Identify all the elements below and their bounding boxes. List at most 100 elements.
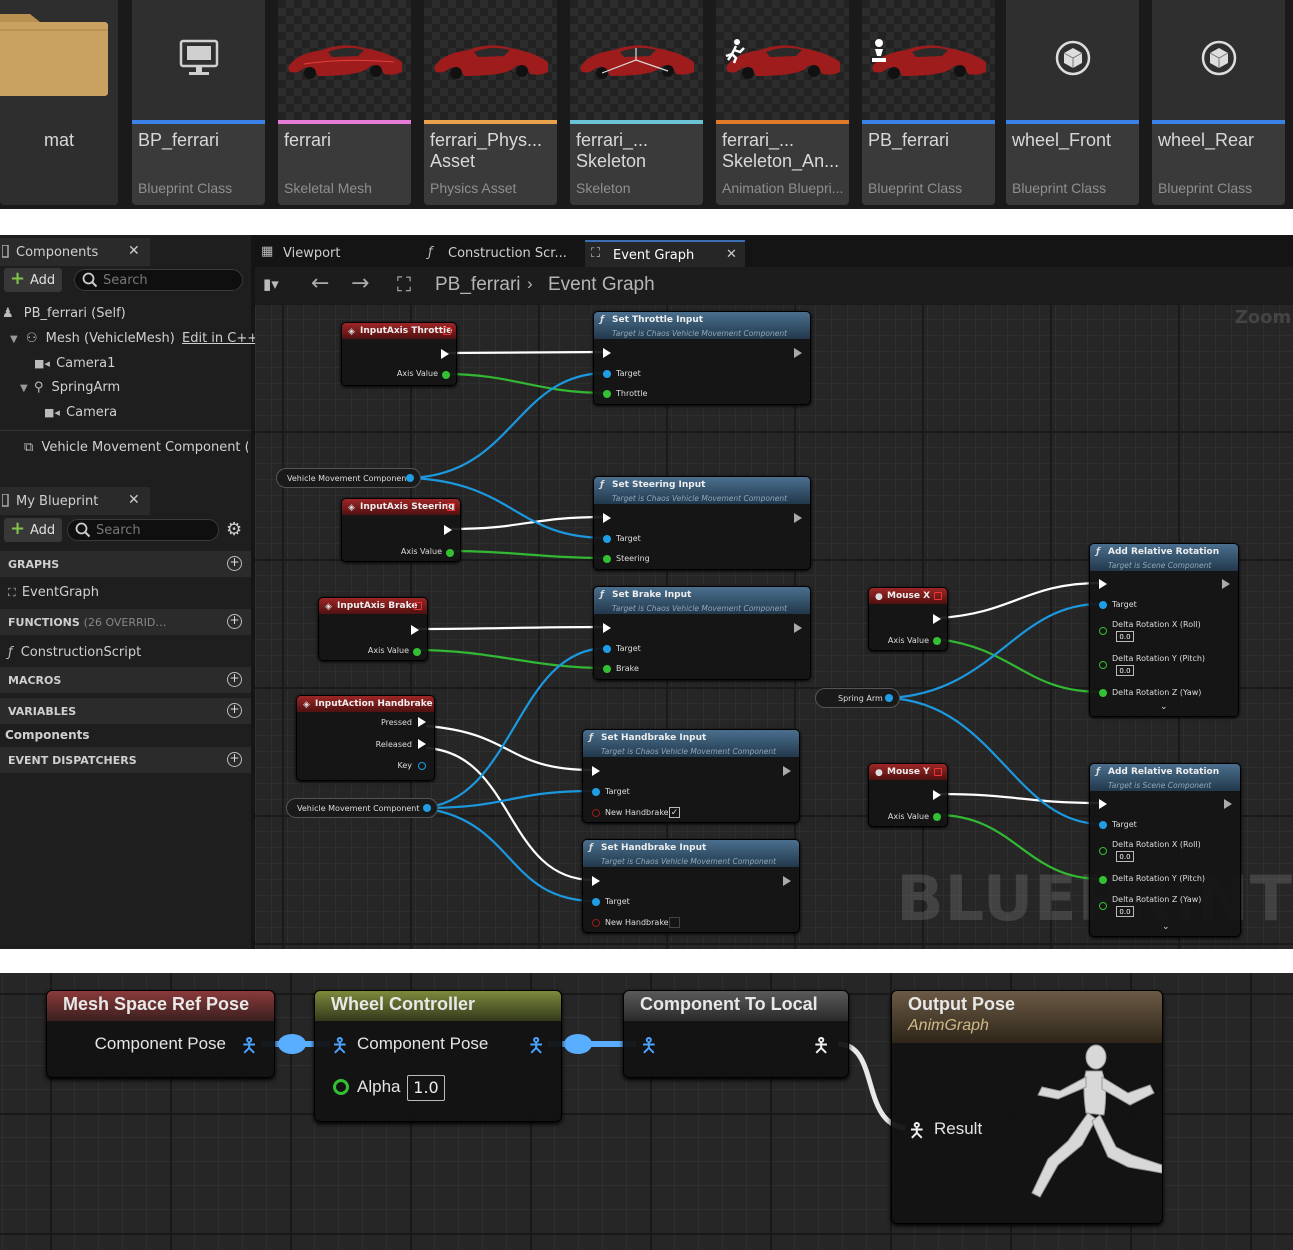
pitch-value-input[interactable]: 0.0 bbox=[1116, 665, 1134, 676]
asset-tile-wheel-rear[interactable]: wheel_Rear Blueprint Class bbox=[1152, 0, 1285, 205]
exec-pressed-pin[interactable] bbox=[418, 717, 426, 727]
components-search-input[interactable]: Search bbox=[74, 269, 243, 291]
roll-value-input[interactable]: 0.0 bbox=[1116, 851, 1134, 862]
exec-in-pin[interactable] bbox=[592, 876, 600, 886]
var-vehicle-movement-component-1[interactable]: Vehicle Movement Component bbox=[276, 468, 421, 488]
node-mouse-x[interactable]: ● Mouse X Axis Value bbox=[868, 587, 948, 651]
exec-out-pin[interactable] bbox=[1222, 579, 1230, 589]
exec-in-pin[interactable] bbox=[592, 766, 600, 776]
exec-out-pin[interactable] bbox=[444, 525, 452, 535]
section-macros[interactable]: MACROS + bbox=[0, 667, 251, 693]
node-mouse-y[interactable]: ● Mouse Y Axis Value bbox=[868, 763, 948, 827]
float-out-pin[interactable] bbox=[442, 371, 450, 379]
back-arrow-icon[interactable]: ← bbox=[311, 271, 329, 296]
alpha-value-input[interactable]: 1.0 bbox=[407, 1075, 445, 1101]
exec-out-pin[interactable] bbox=[783, 876, 791, 886]
roll-value-input[interactable]: 0.0 bbox=[1116, 631, 1134, 642]
tab-event-graph[interactable]: ⛶ Event Graph ✕ bbox=[585, 240, 745, 267]
alpha-pin[interactable] bbox=[333, 1079, 349, 1095]
node-inputaxis-throttle[interactable]: ◈ InputAxis Throttle Axis Value bbox=[341, 322, 457, 386]
my-blueprint-search-input[interactable]: Search bbox=[67, 519, 219, 541]
pose-pin-icon[interactable]: 🯅 bbox=[640, 1031, 658, 1065]
node-output-pose[interactable]: Output Pose AnimGraph 🯅 Result bbox=[891, 990, 1163, 1224]
exec-in-pin[interactable] bbox=[603, 348, 611, 358]
node-set-handbrake-input-2[interactable]: ƒ Set Handbrake Input Target is Chaos Vehi… bbox=[582, 839, 800, 933]
exec-in-pin[interactable] bbox=[603, 623, 611, 633]
pose-pin-icon[interactable]: 🯅 bbox=[527, 1031, 545, 1065]
anim-graph-canvas[interactable]: Mesh Space Ref Pose Component Pose 🯅 Whe… bbox=[0, 973, 1293, 1250]
components-tab[interactable]: Components ✕ bbox=[0, 238, 150, 266]
yaw-value-input[interactable]: 0.0 bbox=[1116, 906, 1134, 917]
asset-tile-pb-ferrari[interactable]: PB_ferrari Blueprint Class bbox=[862, 0, 995, 205]
asset-tile-ferrari-anim[interactable]: ferrari_... Skeleton_An... Animation Blu… bbox=[716, 0, 849, 205]
node-set-throttle-input[interactable]: ƒ Set Throttle Input Target is Chaos Vehic… bbox=[593, 311, 811, 405]
node-inputaction-handbrake[interactable]: ◈ InputAction Handbrake Pressed Released … bbox=[296, 695, 435, 781]
tree-item-vehicle-movement[interactable]: ⧉ Vehicle Movement Component (Ve bbox=[24, 440, 248, 455]
tab-viewport[interactable]: ▦ Viewport bbox=[255, 240, 415, 267]
exec-out-pin[interactable] bbox=[933, 790, 941, 800]
close-icon[interactable]: ✕ bbox=[128, 492, 140, 508]
node-component-to-local[interactable]: Component To Local 🯅 🯅 bbox=[623, 990, 849, 1078]
function-item-constructionscript[interactable]: ƒ ConstructionScript bbox=[8, 645, 141, 660]
node-inputaxis-steering[interactable]: ◈ InputAxis Steering Axis Value bbox=[341, 498, 461, 562]
exec-out-pin[interactable] bbox=[794, 348, 802, 358]
var-spring-arm[interactable]: Spring Arm bbox=[815, 688, 900, 708]
asset-tile-ferrari-skeleton[interactable]: ferrari_... Skeleton Skeleton bbox=[570, 0, 703, 205]
add-variable-icon[interactable]: + bbox=[227, 703, 242, 718]
float-out-pin[interactable] bbox=[413, 648, 421, 656]
tree-item-camera1[interactable]: ■◂ Camera1 bbox=[34, 356, 115, 371]
close-icon[interactable]: ✕ bbox=[726, 247, 737, 262]
exec-out-pin[interactable] bbox=[783, 766, 791, 776]
node-set-brake-input[interactable]: ƒ Set Brake Input Target is Chaos Vehicle … bbox=[593, 586, 811, 680]
section-event-dispatchers[interactable]: EVENT DISPATCHERS + bbox=[0, 747, 251, 773]
exec-in-pin[interactable] bbox=[1099, 799, 1107, 809]
graph-item-eventgraph[interactable]: ⛶ EventGraph bbox=[8, 585, 99, 600]
exec-out-pin[interactable] bbox=[441, 349, 449, 359]
node-add-relative-rotation-2[interactable]: ƒ Add Relative Rotation Target is Scene Co… bbox=[1089, 763, 1241, 937]
tab-construction-script[interactable]: ƒ Construction Scr... bbox=[420, 240, 580, 267]
variables-category-components[interactable]: Components bbox=[5, 728, 90, 742]
add-dispatcher-icon[interactable]: + bbox=[227, 752, 242, 767]
event-graph-canvas[interactable]: Zoom - BLUEPRINT bbox=[255, 303, 1293, 949]
add-graph-icon[interactable]: + bbox=[227, 556, 242, 571]
forward-arrow-icon[interactable]: → bbox=[351, 271, 369, 296]
edit-in-cpp-link[interactable]: Edit in C++ bbox=[182, 331, 258, 346]
local-pose-pin-icon[interactable]: 🯅 bbox=[812, 1031, 830, 1065]
add-component-button[interactable]: + Add bbox=[4, 268, 62, 292]
folder-tile-mat[interactable]: mat bbox=[0, 0, 118, 205]
asset-tile-ferrari[interactable]: ferrari Skeletal Mesh bbox=[278, 0, 411, 205]
tree-item-springarm[interactable]: ▼ ⚲ SpringArm bbox=[20, 380, 120, 395]
node-set-steering-input[interactable]: ƒ Set Steering Input Target is Chaos Vehic… bbox=[593, 476, 811, 570]
asset-tile-wheel-front[interactable]: wheel_Front Blueprint Class bbox=[1006, 0, 1139, 205]
bookmark-icon[interactable]: ▮▾ bbox=[263, 275, 279, 293]
pose-pin-icon[interactable]: 🯅 bbox=[331, 1031, 349, 1065]
var-vehicle-movement-component-2[interactable]: Vehicle Movement Component bbox=[286, 798, 438, 818]
section-functions[interactable]: FUNCTIONS (26 OVERRID… + bbox=[0, 609, 251, 635]
exec-in-pin[interactable] bbox=[1099, 579, 1107, 589]
node-inputaxis-brake[interactable]: ◈ InputAxis Brake Axis Value bbox=[318, 597, 428, 661]
asset-tile-ferrari-phys[interactable]: ferrari_Phys... Asset Physics Asset bbox=[424, 0, 557, 205]
tree-item-self[interactable]: ♟ PB_ferrari (Self) bbox=[2, 306, 126, 321]
gear-icon[interactable]: ⚙ bbox=[226, 519, 242, 540]
exec-out-pin[interactable] bbox=[794, 623, 802, 633]
asset-tile-bp-ferrari[interactable]: BP_ferrari Blueprint Class bbox=[132, 0, 265, 205]
float-out-pin[interactable] bbox=[446, 549, 454, 557]
close-icon[interactable]: ✕ bbox=[128, 243, 140, 259]
handbrake-checkbox-unchecked[interactable] bbox=[669, 917, 680, 928]
node-add-relative-rotation-1[interactable]: ƒ Add Relative Rotation Target is Scene Co… bbox=[1089, 543, 1239, 717]
add-macro-icon[interactable]: + bbox=[227, 672, 242, 687]
section-variables[interactable]: VARIABLES + bbox=[0, 698, 251, 724]
pose-pin-icon[interactable]: 🯅 bbox=[240, 1031, 258, 1065]
exec-in-pin[interactable] bbox=[603, 513, 611, 523]
add-member-button[interactable]: + Add bbox=[4, 518, 62, 542]
exec-out-pin[interactable] bbox=[933, 614, 941, 624]
key-out-pin[interactable] bbox=[418, 762, 426, 770]
exec-released-pin[interactable] bbox=[418, 739, 426, 749]
section-graphs[interactable]: GRAPHS + bbox=[0, 551, 251, 577]
breadcrumb-root[interactable]: PB_ferrari bbox=[435, 274, 521, 296]
handbrake-checkbox-checked[interactable]: ✓ bbox=[669, 807, 680, 818]
result-pose-pin-icon[interactable]: 🯅 bbox=[908, 1116, 926, 1150]
node-wheel-controller[interactable]: Wheel Controller 🯅 Component Pose 🯅 Alph… bbox=[314, 990, 562, 1122]
node-mesh-space-ref-pose[interactable]: Mesh Space Ref Pose Component Pose 🯅 bbox=[46, 990, 275, 1078]
my-blueprint-tab[interactable]: My Blueprint ✕ bbox=[0, 487, 150, 515]
